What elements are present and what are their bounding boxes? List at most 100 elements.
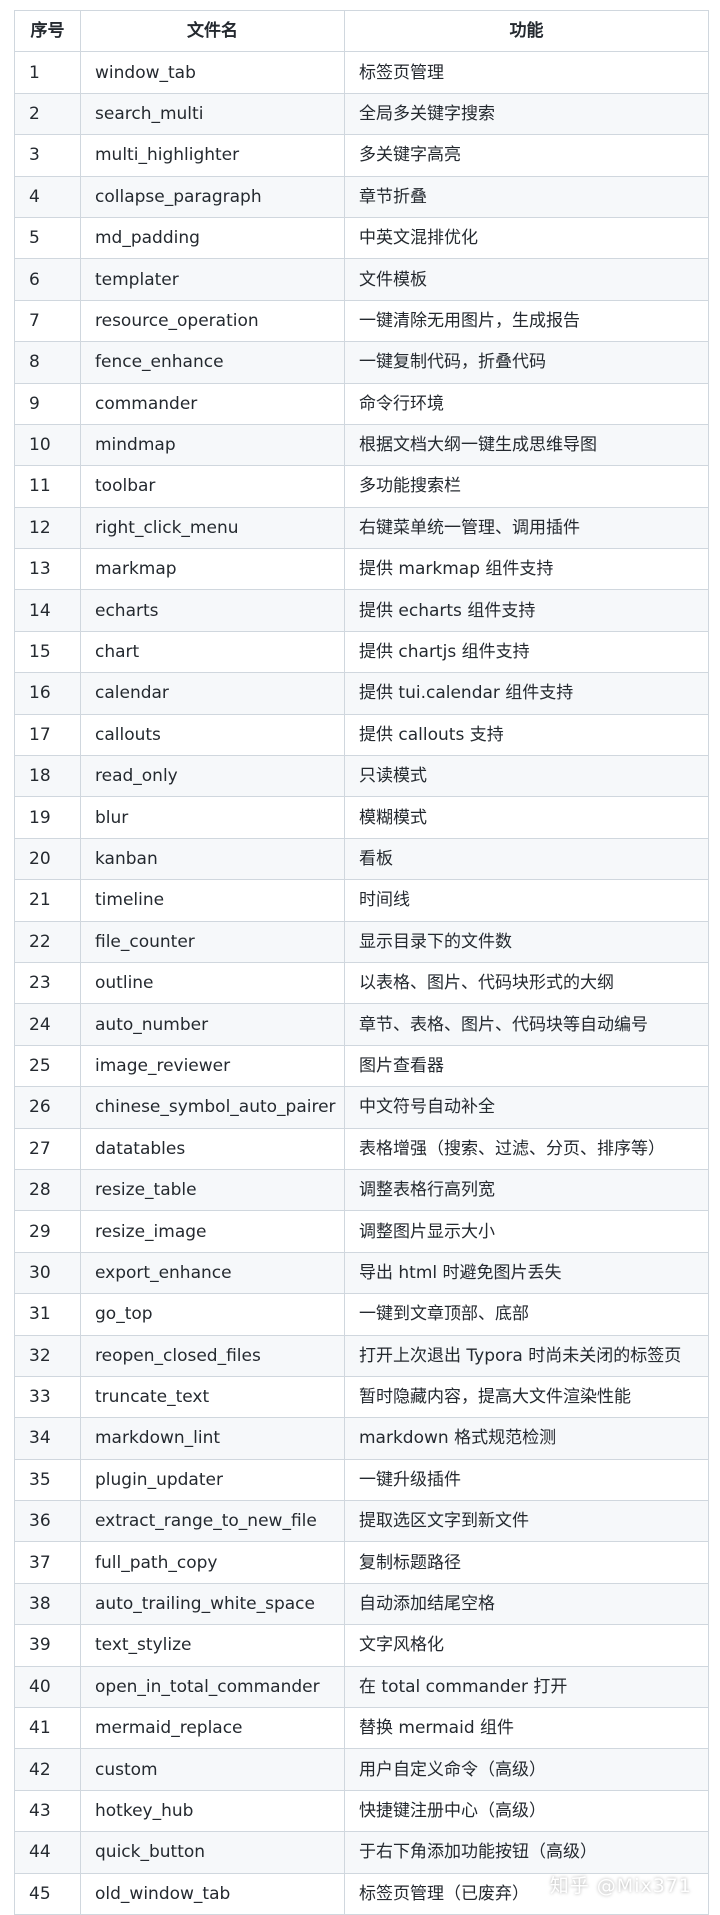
table-row: 15 chart 提供 chartjs 组件支持 <box>14 630 709 674</box>
cell-filename: export_enhance <box>80 1251 345 1295</box>
table-row: 8 fence_enhance 一键复制代码，折叠代码 <box>14 341 709 384</box>
cell-index: 2 <box>14 92 81 136</box>
cell-function: 快捷键注册中心（高级） <box>344 1789 709 1833</box>
cell-function: 复制标题路径 <box>344 1541 709 1584</box>
table-row: 7 resource_operation 一键清除无用图片，生成报告 <box>14 299 709 343</box>
cell-filename: quick_button <box>80 1831 345 1874</box>
cell-function: 文字风格化 <box>344 1624 709 1667</box>
table-row: 6 templater 文件模板 <box>14 258 709 301</box>
cell-filename: search_multi <box>80 92 345 136</box>
cell-filename: fence_enhance <box>80 341 345 384</box>
cell-function: 全局多关键字搜索 <box>344 92 709 136</box>
cell-index: 29 <box>14 1210 81 1253</box>
table-body: 1 window_tab 标签页管理 2 search_multi 全局多关键字搜索 3 mu… <box>14 51 709 1915</box>
table-row: 9 commander 命令行环境 <box>14 382 709 425</box>
header-filename: 文件名 <box>80 9 345 53</box>
cell-filename: collapse_paragraph <box>80 175 345 218</box>
cell-index: 30 <box>14 1251 81 1295</box>
cell-index: 32 <box>14 1334 81 1377</box>
table-row: 19 blur 模糊模式 <box>14 796 709 839</box>
table-row: 22 file_counter 显示目录下的文件数 <box>14 920 709 963</box>
header-index: 序号 <box>14 9 81 53</box>
cell-index: 40 <box>14 1665 81 1709</box>
table-header: 序号 文件名 功能 <box>14 9 709 53</box>
cell-function: 提供 tui.calendar 组件支持 <box>344 672 709 715</box>
cell-index: 7 <box>14 299 81 343</box>
cell-filename: chinese_symbol_auto_pairer <box>80 1086 345 1129</box>
cell-function: 章节折叠 <box>344 175 709 218</box>
table-row: 44 quick_button 于右下角添加功能按钮（高级） <box>14 1831 709 1874</box>
cell-index: 44 <box>14 1831 81 1874</box>
cell-function: 一键到文章顶部、底部 <box>344 1293 709 1336</box>
cell-index: 26 <box>14 1086 81 1129</box>
cell-function: 导出 html 时避免图片丢失 <box>344 1251 709 1295</box>
cell-function: 文件模板 <box>344 258 709 301</box>
cell-function: 模糊模式 <box>344 796 709 839</box>
table-row: 21 timeline 时间线 <box>14 879 709 922</box>
cell-function: 于右下角添加功能按钮（高级） <box>344 1831 709 1874</box>
table-row: 28 resize_table 调整表格行高列宽 <box>14 1168 709 1212</box>
table-row: 13 markmap 提供 markmap 组件支持 <box>14 548 709 591</box>
cell-filename: kanban <box>80 837 345 881</box>
cell-filename: templater <box>80 258 345 301</box>
plugin-table-container: 序号 文件名 功能 1 window_tab 标签页管理 2 search_multi 全… <box>14 9 709 1915</box>
header-function: 功能 <box>344 9 709 53</box>
table-row: 36 extract_range_to_new_file 提取选区文字到新文件 <box>14 1500 709 1543</box>
cell-index: 15 <box>14 630 81 674</box>
table-row: 23 outline 以表格、图片、代码块形式的大纲 <box>14 961 709 1005</box>
cell-index: 22 <box>14 920 81 963</box>
cell-filename: open_in_total_commander <box>80 1665 345 1709</box>
cell-index: 42 <box>14 1748 81 1791</box>
cell-function: 中英文混排优化 <box>344 216 709 260</box>
cell-filename: hotkey_hub <box>80 1789 345 1833</box>
cell-function: 中文符号自动补全 <box>344 1086 709 1129</box>
table-row: 43 hotkey_hub 快捷键注册中心（高级） <box>14 1789 709 1833</box>
cell-index: 25 <box>14 1044 81 1088</box>
cell-index: 1 <box>14 51 81 94</box>
cell-filename: datatables <box>80 1127 345 1170</box>
table-row: 25 image_reviewer 图片查看器 <box>14 1044 709 1088</box>
cell-index: 24 <box>14 1003 81 1046</box>
cell-index: 9 <box>14 382 81 425</box>
cell-filename: multi_highlighter <box>80 134 345 177</box>
cell-function: 一键升级插件 <box>344 1458 709 1502</box>
table-row: 26 chinese_symbol_auto_pairer 中文符号自动补全 <box>14 1086 709 1129</box>
table-row: 37 full_path_copy 复制标题路径 <box>14 1541 709 1584</box>
cell-function: 标签页管理 <box>344 51 709 94</box>
cell-filename: right_click_menu <box>80 506 345 550</box>
table-row: 12 right_click_menu 右键菜单统一管理、调用插件 <box>14 506 709 550</box>
table-row: 31 go_top 一键到文章顶部、底部 <box>14 1293 709 1336</box>
cell-function: 时间线 <box>344 879 709 922</box>
cell-function: 一键复制代码，折叠代码 <box>344 341 709 384</box>
cell-function: 提供 markmap 组件支持 <box>344 548 709 591</box>
cell-filename: markmap <box>80 548 345 591</box>
cell-index: 34 <box>14 1417 81 1460</box>
cell-index: 14 <box>14 589 81 632</box>
cell-filename: image_reviewer <box>80 1044 345 1088</box>
cell-index: 36 <box>14 1500 81 1543</box>
table-row: 4 collapse_paragraph 章节折叠 <box>14 175 709 218</box>
cell-index: 43 <box>14 1789 81 1833</box>
cell-function: 在 total commander 打开 <box>344 1665 709 1709</box>
cell-function: 提供 chartjs 组件支持 <box>344 630 709 674</box>
cell-function: 自动添加结尾空格 <box>344 1582 709 1626</box>
table-row: 40 open_in_total_commander 在 total command… <box>14 1665 709 1709</box>
table-row: 14 echarts 提供 echarts 组件支持 <box>14 589 709 632</box>
cell-index: 5 <box>14 216 81 260</box>
table-row: 10 mindmap 根据文档大纲一键生成思维导图 <box>14 423 709 467</box>
table-row: 30 export_enhance 导出 html 时避免图片丢失 <box>14 1251 709 1295</box>
cell-filename: resize_image <box>80 1210 345 1253</box>
table-row: 29 resize_image 调整图片显示大小 <box>14 1210 709 1253</box>
cell-index: 11 <box>14 465 81 508</box>
cell-filename: mermaid_replace <box>80 1707 345 1750</box>
cell-index: 38 <box>14 1582 81 1626</box>
cell-index: 10 <box>14 423 81 467</box>
cell-filename: blur <box>80 796 345 839</box>
cell-function: 调整表格行高列宽 <box>344 1168 709 1212</box>
table-row: 42 custom 用户自定义命令（高级） <box>14 1748 709 1791</box>
cell-filename: custom <box>80 1748 345 1791</box>
table-row: 32 reopen_closed_files 打开上次退出 Typora 时尚未关闭… <box>14 1334 709 1377</box>
cell-filename: auto_trailing_white_space <box>80 1582 345 1626</box>
cell-function: 提取选区文字到新文件 <box>344 1500 709 1543</box>
cell-index: 12 <box>14 506 81 550</box>
